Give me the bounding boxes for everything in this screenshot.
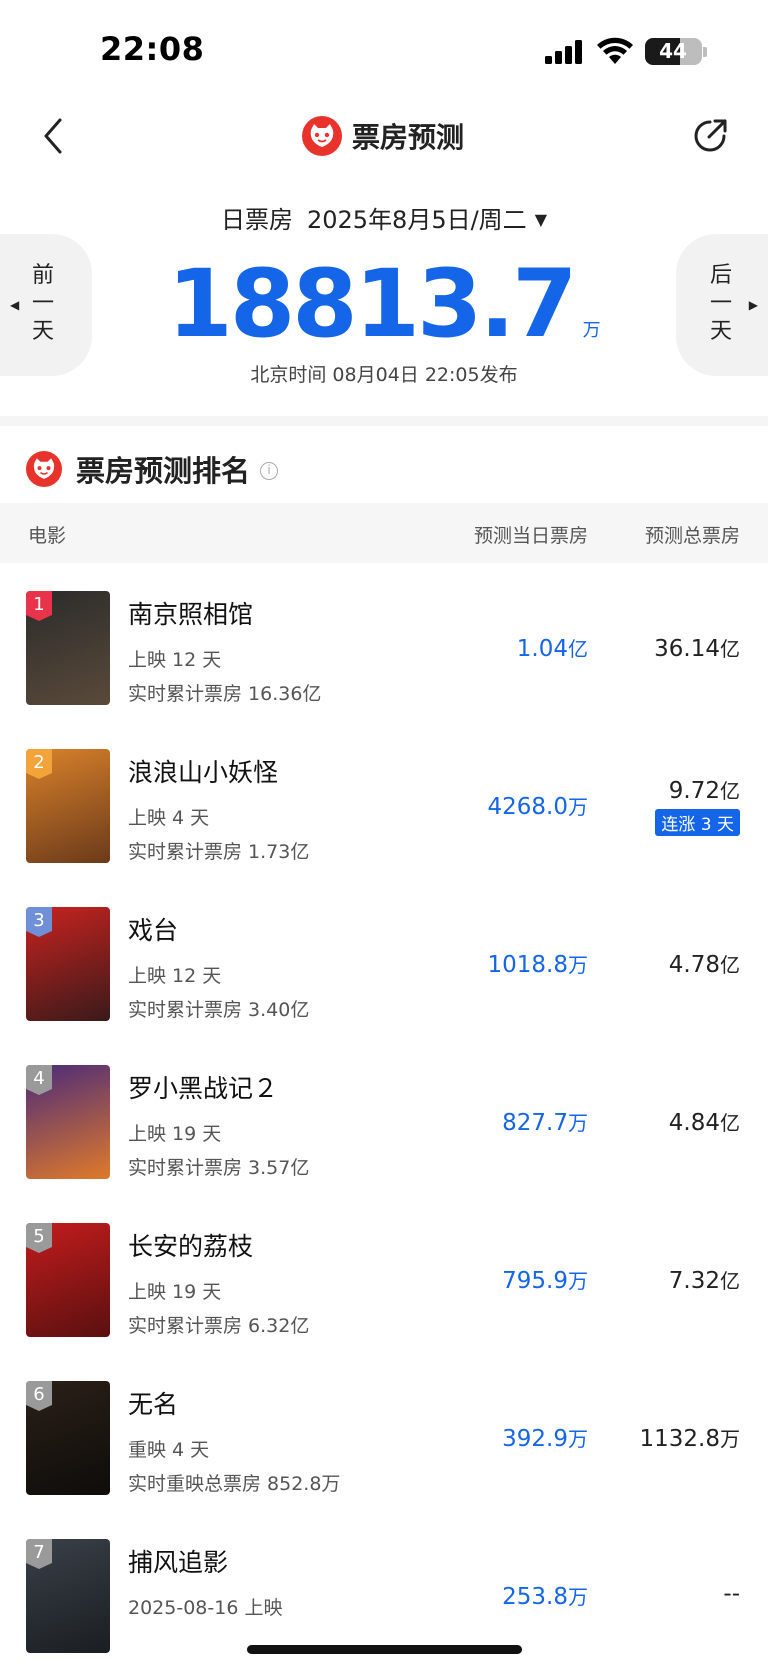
- home-indicator[interactable]: [247, 1645, 522, 1654]
- movie-title: 捕风追影: [128, 1548, 229, 1577]
- rank-badge: 5: [26, 1223, 52, 1253]
- nav-title-wrap: 票房预测: [302, 114, 464, 158]
- rank-badge: 7: [26, 1539, 52, 1569]
- movie-title: 南京照相馆: [128, 600, 254, 629]
- day-forecast-value: 392.9万: [502, 1426, 588, 1452]
- movie-cumulative: 实时重映总票房 852.8万: [128, 1473, 341, 1495]
- col-movie: 电影: [28, 525, 67, 547]
- wifi-icon: [597, 37, 633, 64]
- day-forecast-value: 1018.8万: [487, 952, 588, 978]
- movie-poster: 2: [26, 749, 110, 863]
- total-value: 18813.7: [167, 250, 577, 359]
- status-bar: 22:08 44: [0, 0, 768, 100]
- movie-release-days: 上映 19 天: [128, 1281, 222, 1303]
- ranking-title: 票房预测排名: [76, 454, 251, 488]
- date-selector[interactable]: 日票房 2025年8月5日/周二 ▼: [0, 200, 768, 235]
- streak-badge: 连涨 3 天: [655, 809, 740, 836]
- movie-cumulative: 实时累计票房 3.57亿: [128, 1157, 310, 1179]
- table-row[interactable]: 4 罗小黑战记２ 上映 19 天 实时累计票房 3.57亿 827.7万 4.8…: [0, 1037, 768, 1205]
- table-row[interactable]: 1 南京照相馆 上映 12 天 实时累计票房 16.36亿 1.04亿 36.1…: [0, 563, 768, 731]
- section-divider: [0, 416, 768, 426]
- total-forecast-value: 4.84亿: [668, 1110, 740, 1136]
- col-day-forecast[interactable]: 预测当日票房: [474, 521, 588, 548]
- movie-release-days: 上映 12 天: [128, 649, 222, 671]
- total-unit: 万: [582, 320, 601, 341]
- day-forecast-value: 1.04亿: [516, 636, 588, 662]
- cat-logo-icon: [26, 451, 62, 487]
- movie-release-days: 上映 12 天: [128, 965, 222, 987]
- day-forecast-value: 253.8万: [502, 1584, 588, 1610]
- total-forecast-value: 1132.8万: [639, 1426, 740, 1452]
- caret-down-icon: ▼: [534, 210, 547, 229]
- total-forecast-value: 7.32亿: [668, 1268, 740, 1294]
- movie-poster: 3: [26, 907, 110, 1021]
- table-row[interactable]: 7 捕风追影 2025-08-16 上映 253.8万 --: [0, 1511, 768, 1665]
- movie-cumulative: 实时累计票房 1.73亿: [128, 841, 310, 863]
- table-row[interactable]: 3 戏台 上映 12 天 实时累计票房 3.40亿 1018.8万 4.78亿: [0, 879, 768, 1047]
- movie-cumulative: 实时累计票房 3.40亿: [128, 999, 310, 1021]
- movie-poster: 5: [26, 1223, 110, 1337]
- table-row[interactable]: 6 无名 重映 4 天 实时重映总票房 852.8万 392.9万 1132.8…: [0, 1353, 768, 1521]
- rank-badge: 1: [26, 591, 52, 621]
- total-forecast-value: 9.72亿: [668, 778, 740, 804]
- rank-badge: 3: [26, 907, 52, 937]
- movie-title: 浪浪山小妖怪: [128, 758, 279, 787]
- status-time: 22:08: [100, 30, 205, 68]
- total-forecast-value: --: [723, 1581, 740, 1607]
- movie-title: 戏台: [128, 916, 179, 945]
- movie-release-days: 重映 4 天: [128, 1439, 210, 1461]
- daily-box-office-total: 18813.7 万: [0, 250, 768, 359]
- date-value: 2025年8月5日/周二: [306, 206, 527, 234]
- ranking-header: 票房预测排名 i: [26, 448, 279, 490]
- day-forecast-value: 795.9万: [502, 1268, 588, 1294]
- table-header: 电影 预测当日票房 预测总票房: [0, 503, 768, 563]
- day-forecast-value: 827.7万: [502, 1110, 588, 1136]
- movie-title: 罗小黑战记２: [128, 1074, 279, 1103]
- share-icon[interactable]: [690, 116, 730, 156]
- rank-badge: 2: [26, 749, 52, 779]
- total-forecast-value: 36.14亿: [654, 636, 740, 662]
- table-row[interactable]: 2 浪浪山小妖怪 上映 4 天 实时累计票房 1.73亿 4268.0万 9.7…: [0, 721, 768, 889]
- table-row[interactable]: 5 长安的荔枝 上映 19 天 实时累计票房 6.32亿 795.9万 7.32…: [0, 1195, 768, 1363]
- battery-icon: 44: [645, 38, 702, 65]
- nav-bar: 票房预测: [0, 100, 768, 172]
- day-forecast-value: 4268.0万: [487, 794, 588, 820]
- page-title: 票房预测: [352, 121, 465, 154]
- movie-title: 无名: [128, 1390, 179, 1419]
- movie-cumulative: 实时累计票房 16.36亿: [128, 683, 322, 705]
- total-forecast-value: 4.78亿: [668, 952, 740, 978]
- movie-title: 长安的荔枝: [128, 1232, 254, 1261]
- movie-cumulative: 实时累计票房 6.32亿: [128, 1315, 310, 1337]
- publish-time: 北京时间 08月04日 22:05发布: [250, 364, 518, 386]
- movie-release-days: 上映 19 天: [128, 1123, 222, 1145]
- movie-poster: 6: [26, 1381, 110, 1495]
- cat-logo-icon: [302, 116, 342, 156]
- cellular-signal-icon: [545, 40, 582, 64]
- rank-badge: 6: [26, 1381, 52, 1411]
- movie-poster: 4: [26, 1065, 110, 1179]
- date-label: 日票房: [220, 206, 293, 234]
- movie-poster: 1: [26, 591, 110, 705]
- col-total-forecast[interactable]: 预测总票房: [645, 521, 740, 548]
- movie-poster: 7: [26, 1539, 110, 1653]
- movie-release-days: 上映 4 天: [128, 807, 210, 829]
- info-icon[interactable]: i: [260, 462, 279, 480]
- rank-badge: 4: [26, 1065, 52, 1095]
- movie-release-days: 2025-08-16 上映: [128, 1597, 283, 1619]
- back-icon[interactable]: [38, 114, 68, 158]
